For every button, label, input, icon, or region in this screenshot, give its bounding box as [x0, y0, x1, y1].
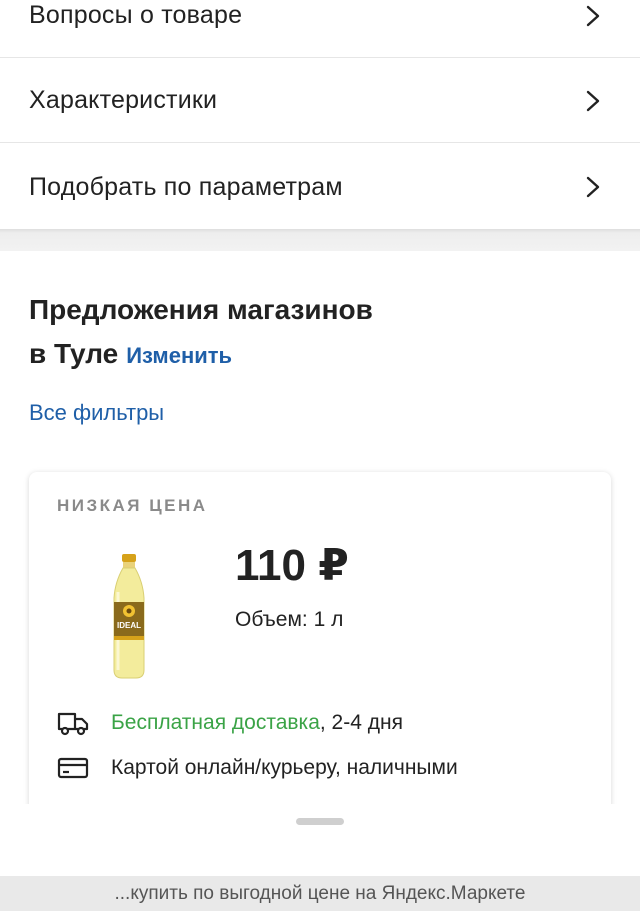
payment-methods-text: Картой онлайн/курьеру, наличными: [111, 756, 458, 779]
truck-icon: [57, 710, 91, 736]
section-divider: [0, 229, 640, 251]
payment-info: Картой онлайн/курьеру, наличными: [57, 756, 458, 780]
chevron-right-icon: [582, 90, 604, 112]
free-delivery-text: Бесплатная доставка: [111, 711, 320, 734]
menu-item-product-questions[interactable]: Вопросы о товаре: [0, 0, 640, 58]
menu-item-label: Подобрать по параметрам: [29, 172, 343, 201]
chevron-right-icon: [582, 176, 604, 198]
footer-text: ...купить по выгодной цене на Яндекс.Мар…: [114, 882, 526, 904]
offers-title-city: в Туле: [29, 338, 119, 369]
menu-item-pick-by-parameters[interactable]: Подобрать по параметрам: [0, 145, 640, 229]
menu-item-label: Вопросы о товаре: [29, 1, 243, 29]
product-image[interactable]: IDEAL: [107, 552, 151, 687]
offers-section-title: Предложения магазинов в Туле Изменить: [29, 288, 373, 378]
menu-item-characteristics[interactable]: Характеристики: [0, 59, 640, 143]
change-city-link[interactable]: Изменить: [126, 343, 232, 368]
low-price-badge: НИЗКАЯ ЦЕНА: [57, 496, 208, 515]
chevron-right-icon: [582, 5, 604, 27]
offer-card[interactable]: НИЗКАЯ ЦЕНА IDEAL 110 ₽ Объем: 1 л Беспл…: [29, 472, 611, 812]
product-brand-text: IDEAL: [117, 621, 141, 630]
all-filters-link[interactable]: Все фильтры: [29, 400, 164, 426]
offer-price: 110 ₽: [235, 541, 349, 590]
menu-item-label: Характеристики: [29, 86, 218, 114]
drag-handle[interactable]: [296, 818, 344, 825]
credit-card-icon: [57, 756, 91, 780]
delivery-info: Бесплатная доставка, 2-4 дня: [57, 710, 403, 736]
offer-volume: Объем: 1 л: [235, 608, 344, 631]
delivery-time-text: , 2-4 дня: [319, 711, 403, 734]
offers-title-line1: Предложения магазинов: [29, 294, 373, 325]
footer-bar: ...купить по выгодной цене на Яндекс.Мар…: [0, 876, 640, 911]
bottom-sheet-area: [0, 804, 640, 876]
